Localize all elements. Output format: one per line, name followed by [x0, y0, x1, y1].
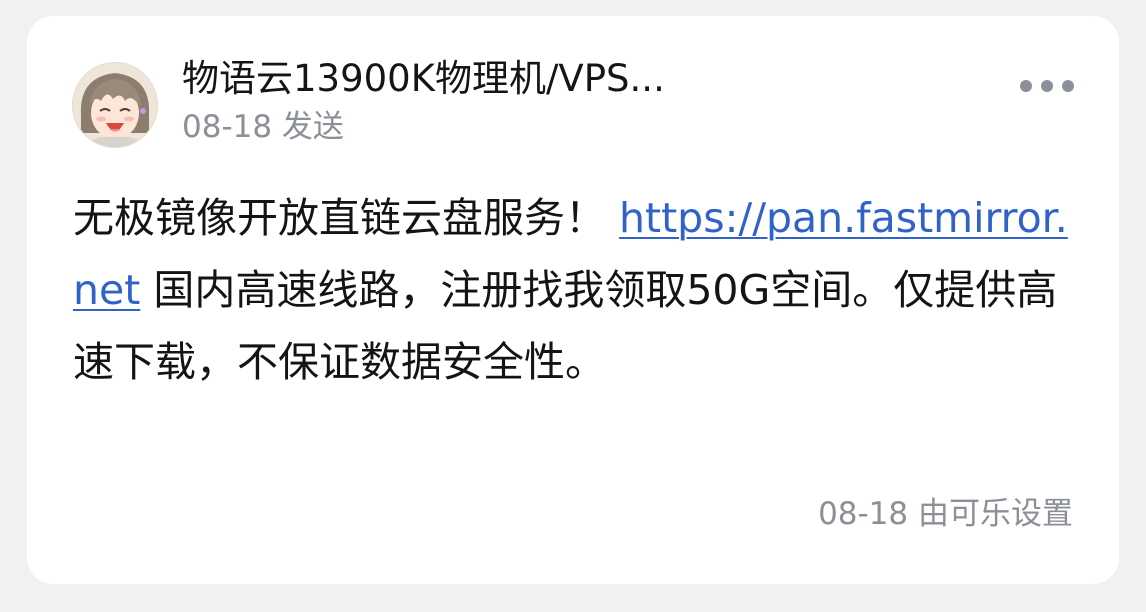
more-options-icon[interactable] — [1017, 72, 1077, 98]
dot — [1020, 80, 1032, 92]
message-card: 物语云13900K物理机/VPS... 08-18 发送 无极镜像开放直链云盘服… — [27, 16, 1119, 584]
dot — [1041, 80, 1053, 92]
sent-date: 08-18 发送 — [182, 109, 344, 145]
footer-status: 08-18 由可乐设置 — [818, 496, 1073, 532]
message-text-before: 无极镜像开放直链云盘服务！ — [73, 194, 620, 242]
avatar[interactable] — [72, 62, 158, 148]
message-text-after: 国内高速线路，注册找我领取50G空间。仅提供高速下载，不保证数据安全性。 — [73, 266, 1058, 386]
message-body: 无极镜像开放直链云盘服务！ https://pan.fastmirror.net… — [73, 182, 1079, 482]
sender-name[interactable]: 物语云13900K物理机/VPS... — [182, 54, 802, 104]
dot — [1062, 80, 1074, 92]
avatar-image — [73, 63, 157, 147]
